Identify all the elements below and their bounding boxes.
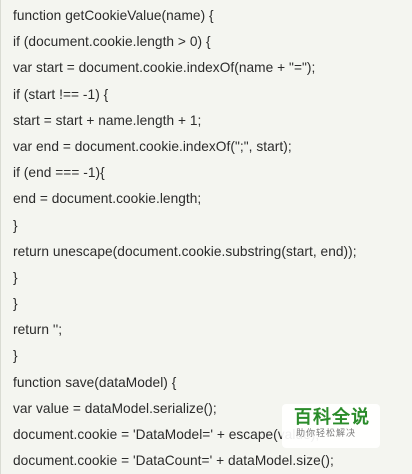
code-line-10: return unescape(document.cookie.substrin… <box>13 243 357 259</box>
code-line-14: } <box>13 348 18 364</box>
code-line-18: document.cookie = 'DataCount=' + dataMod… <box>13 453 334 469</box>
code-line-6: var end = document.cookie.indexOf(";", s… <box>13 138 292 154</box>
code-line-12: } <box>13 296 18 312</box>
code-line-15: function save(dataModel) { <box>13 374 177 390</box>
code-line-13: return ''; <box>13 322 63 338</box>
watermark-slogan: 助你轻松解决 <box>296 429 357 439</box>
code-line-3: var start = document.cookie.indexOf(name… <box>13 60 316 76</box>
code-line-1: function getCookieValue(name) { <box>13 8 214 23</box>
code-line-5: start = start + name.length + 1; <box>13 112 202 128</box>
code-line-4: if (start !== -1) { <box>13 86 109 102</box>
code-line-2: if (document.cookie.length > 0) { <box>13 34 211 50</box>
code-block: function getCookieValue(name) { if (docu… <box>0 0 412 474</box>
code-line-7: if (end === -1){ <box>13 165 105 181</box>
watermark-title: 百科全说 <box>294 407 370 428</box>
code-line-8: end = document.cookie.length; <box>13 191 202 207</box>
code-line-9: } <box>13 217 18 233</box>
watermark-logo: 百科全说 助你轻松解决 <box>282 404 380 448</box>
code-line-11: } <box>13 269 18 285</box>
